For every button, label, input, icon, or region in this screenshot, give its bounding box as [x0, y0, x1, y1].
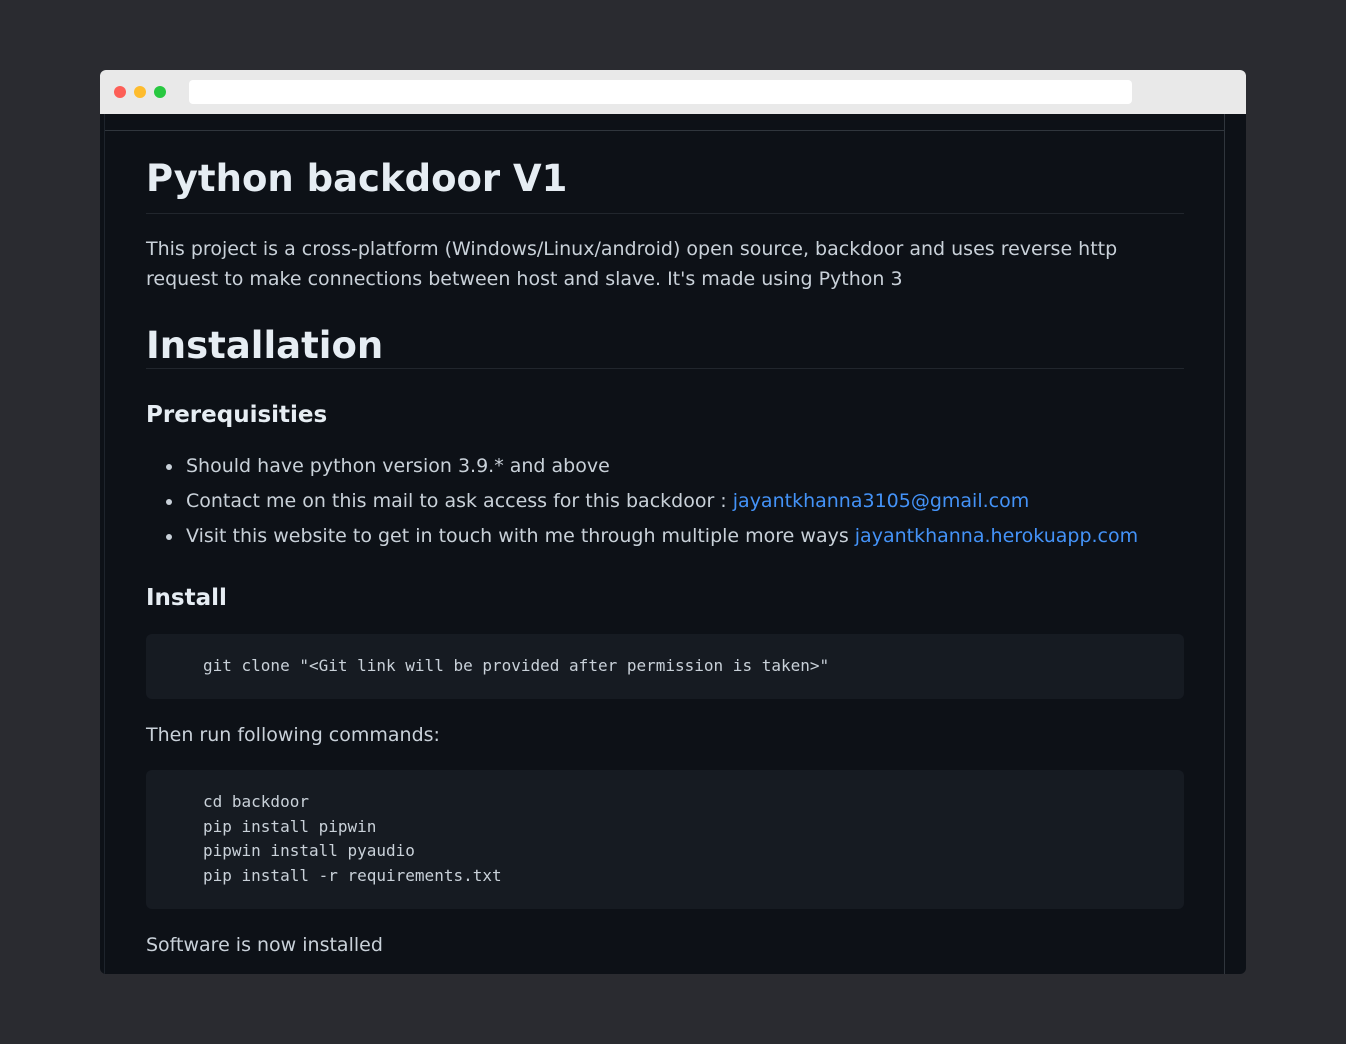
- git-clone-code-block[interactable]: git clone "<Git link will be provided af…: [146, 634, 1184, 699]
- list-item-text: Should have python version 3.9.* and abo…: [186, 455, 610, 477]
- browser-window: Python backdoor V1 This project is a cro…: [100, 70, 1246, 974]
- installation-heading: Installation: [146, 326, 1184, 369]
- address-bar[interactable]: [189, 80, 1132, 104]
- install-heading: Install: [146, 585, 227, 611]
- close-window-button[interactable]: [114, 86, 126, 98]
- bullet-icon: [166, 464, 172, 470]
- page-title: Python backdoor V1: [146, 131, 1184, 214]
- prerequisites-heading: Prerequisities: [146, 402, 328, 428]
- minimize-window-button[interactable]: [134, 86, 146, 98]
- website-link[interactable]: jayantkhanna.herokuapp.com: [855, 525, 1138, 547]
- browser-titlebar: [100, 70, 1246, 114]
- commands-code-block[interactable]: cd backdoor pip install pipwin pipwin in…: [146, 770, 1184, 909]
- maximize-window-button[interactable]: [154, 86, 166, 98]
- list-item-text: Contact me on this mail to ask access fo…: [186, 490, 733, 512]
- bullet-icon: [166, 499, 172, 505]
- then-run-text: Then run following commands:: [146, 724, 440, 746]
- project-description: This project is a cross-platform (Window…: [146, 238, 1118, 290]
- bullet-icon: [166, 534, 172, 540]
- list-item: Should have python version 3.9.* and abo…: [166, 449, 1184, 484]
- prerequisites-list: Should have python version 3.9.* and abo…: [146, 449, 1184, 554]
- installed-text: Software is now installed: [146, 934, 383, 956]
- email-link[interactable]: jayantkhanna3105@gmail.com: [733, 490, 1029, 512]
- list-item: Visit this website to get in touch with …: [166, 519, 1184, 554]
- list-item-text: Visit this website to get in touch with …: [186, 525, 855, 547]
- readme-container: Python backdoor V1 This project is a cro…: [104, 114, 1225, 974]
- list-item: Contact me on this mail to ask access fo…: [166, 484, 1184, 519]
- readme-body: Python backdoor V1 This project is a cro…: [146, 131, 1184, 959]
